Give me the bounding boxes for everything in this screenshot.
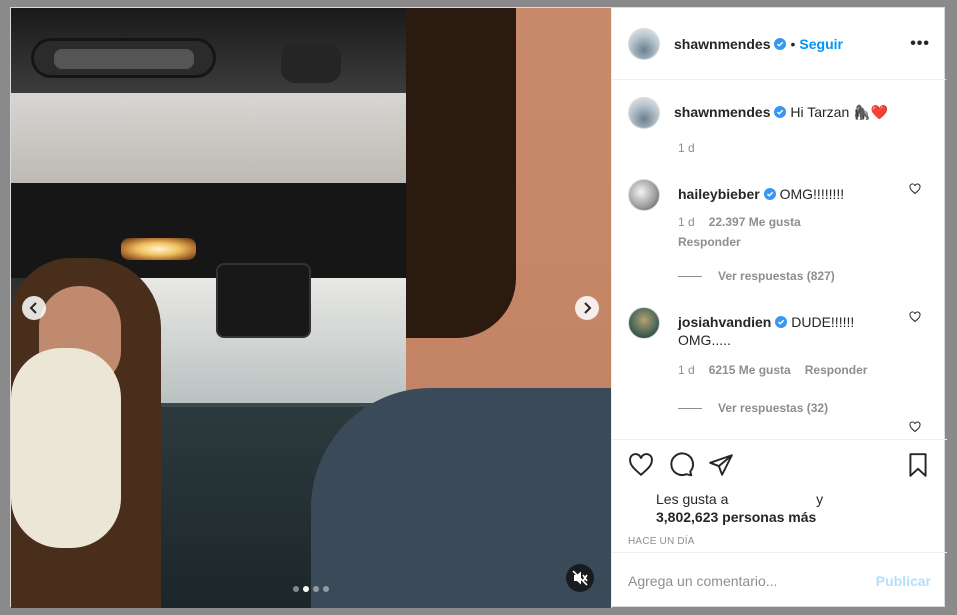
comment-username[interactable]: josiahvandien [678,314,771,330]
slide-dot [323,586,329,592]
heart-icon[interactable] [909,311,921,323]
publish-button[interactable]: Publicar [876,573,931,589]
more-options-button[interactable]: ••• [910,35,930,53]
slide-dot [313,586,319,592]
puppy [11,348,121,548]
avatar[interactable] [628,492,646,510]
chevron-left-icon [29,302,37,314]
avatar[interactable] [628,27,660,60]
caption: shawnmendes Hi Tarzan 🦍❤️ [628,97,931,129]
post-actions: Les gusta a y 3,802,623 personas más HAC… [612,439,947,547]
comment-icon[interactable] [668,452,694,478]
view-replies-label: Ver respuestas (32) [718,401,829,415]
liked-by-label: Les gusta a [656,491,729,507]
comment-time: 1 d [678,363,695,377]
comment: josiahvandien DUDE!!!!!! OMG..... 1 d 621… [628,307,931,379]
bookmark-icon[interactable] [905,452,931,478]
paper-plane-icon[interactable] [708,452,734,478]
comment-input[interactable] [628,572,876,589]
likes-summary: Les gusta a y 3,802,623 personas más [628,490,931,526]
comment-username[interactable]: haileybieber [678,186,760,202]
post-modal: shawnmendes • Seguir ••• shawnmendes Hi … [10,7,947,608]
view-replies-button[interactable]: Ver respuestas (32) [678,401,931,415]
view-replies-label: Ver respuestas (827) [718,269,835,283]
comment: haileybieber OMG!!!!!!!! 1 d 22.397 Me gu… [628,179,931,251]
caption-text: Hi Tarzan 🦍❤️ [790,104,889,120]
caption-username[interactable]: shawnmendes [674,104,770,120]
view-replies-button[interactable]: Ver respuestas (827) [678,269,931,283]
reply-button[interactable]: Responder [805,363,868,377]
author-username[interactable]: shawnmendes [674,36,770,52]
reply-button[interactable]: Responder [678,233,931,251]
comment-likes[interactable]: 6215 Me gusta [709,363,791,377]
comment-composer: Publicar [612,552,947,608]
caption-time: 1 d [678,141,695,155]
slide-indicator [293,586,329,592]
previous-slide-button[interactable] [22,296,46,320]
heart-icon[interactable] [909,183,921,195]
speaker-muted-icon [572,570,588,586]
next-slide-button[interactable] [575,296,599,320]
avatar[interactable] [628,307,660,339]
follow-button[interactable]: Seguir [799,36,843,52]
comment-text: OMG!!!!!!!! [779,186,845,202]
heart-icon[interactable] [909,421,921,433]
comment-likes[interactable]: 22.397 Me gusta [709,215,801,229]
slide-dot [303,586,309,592]
slide-dot [293,586,299,592]
heart-icon[interactable] [628,452,654,478]
post-sidebar: shawnmendes • Seguir ••• shawnmendes Hi … [611,8,947,608]
verified-badge-icon [774,106,787,118]
post-video[interactable] [11,8,611,608]
separator: • [790,35,796,52]
likes-count[interactable]: 3,802,623 personas más [656,509,816,525]
dome-light [31,38,216,78]
verified-badge-icon [774,37,787,50]
mute-button[interactable] [566,564,594,592]
post-date: HACE UN DÍA [628,536,695,547]
verified-badge-icon [775,316,788,328]
chevron-right-icon [584,302,592,314]
avatar[interactable] [628,97,660,129]
avatar[interactable] [628,179,660,211]
verified-badge-icon [763,188,776,200]
liked-by-and: y [816,491,824,507]
comment-time: 1 d [678,215,695,229]
interior-lamp [121,238,196,260]
comments-list[interactable]: shawnmendes Hi Tarzan 🦍❤️ 1 d haileybieb… [612,81,947,439]
post-header: shawnmendes • Seguir ••• [612,8,946,80]
